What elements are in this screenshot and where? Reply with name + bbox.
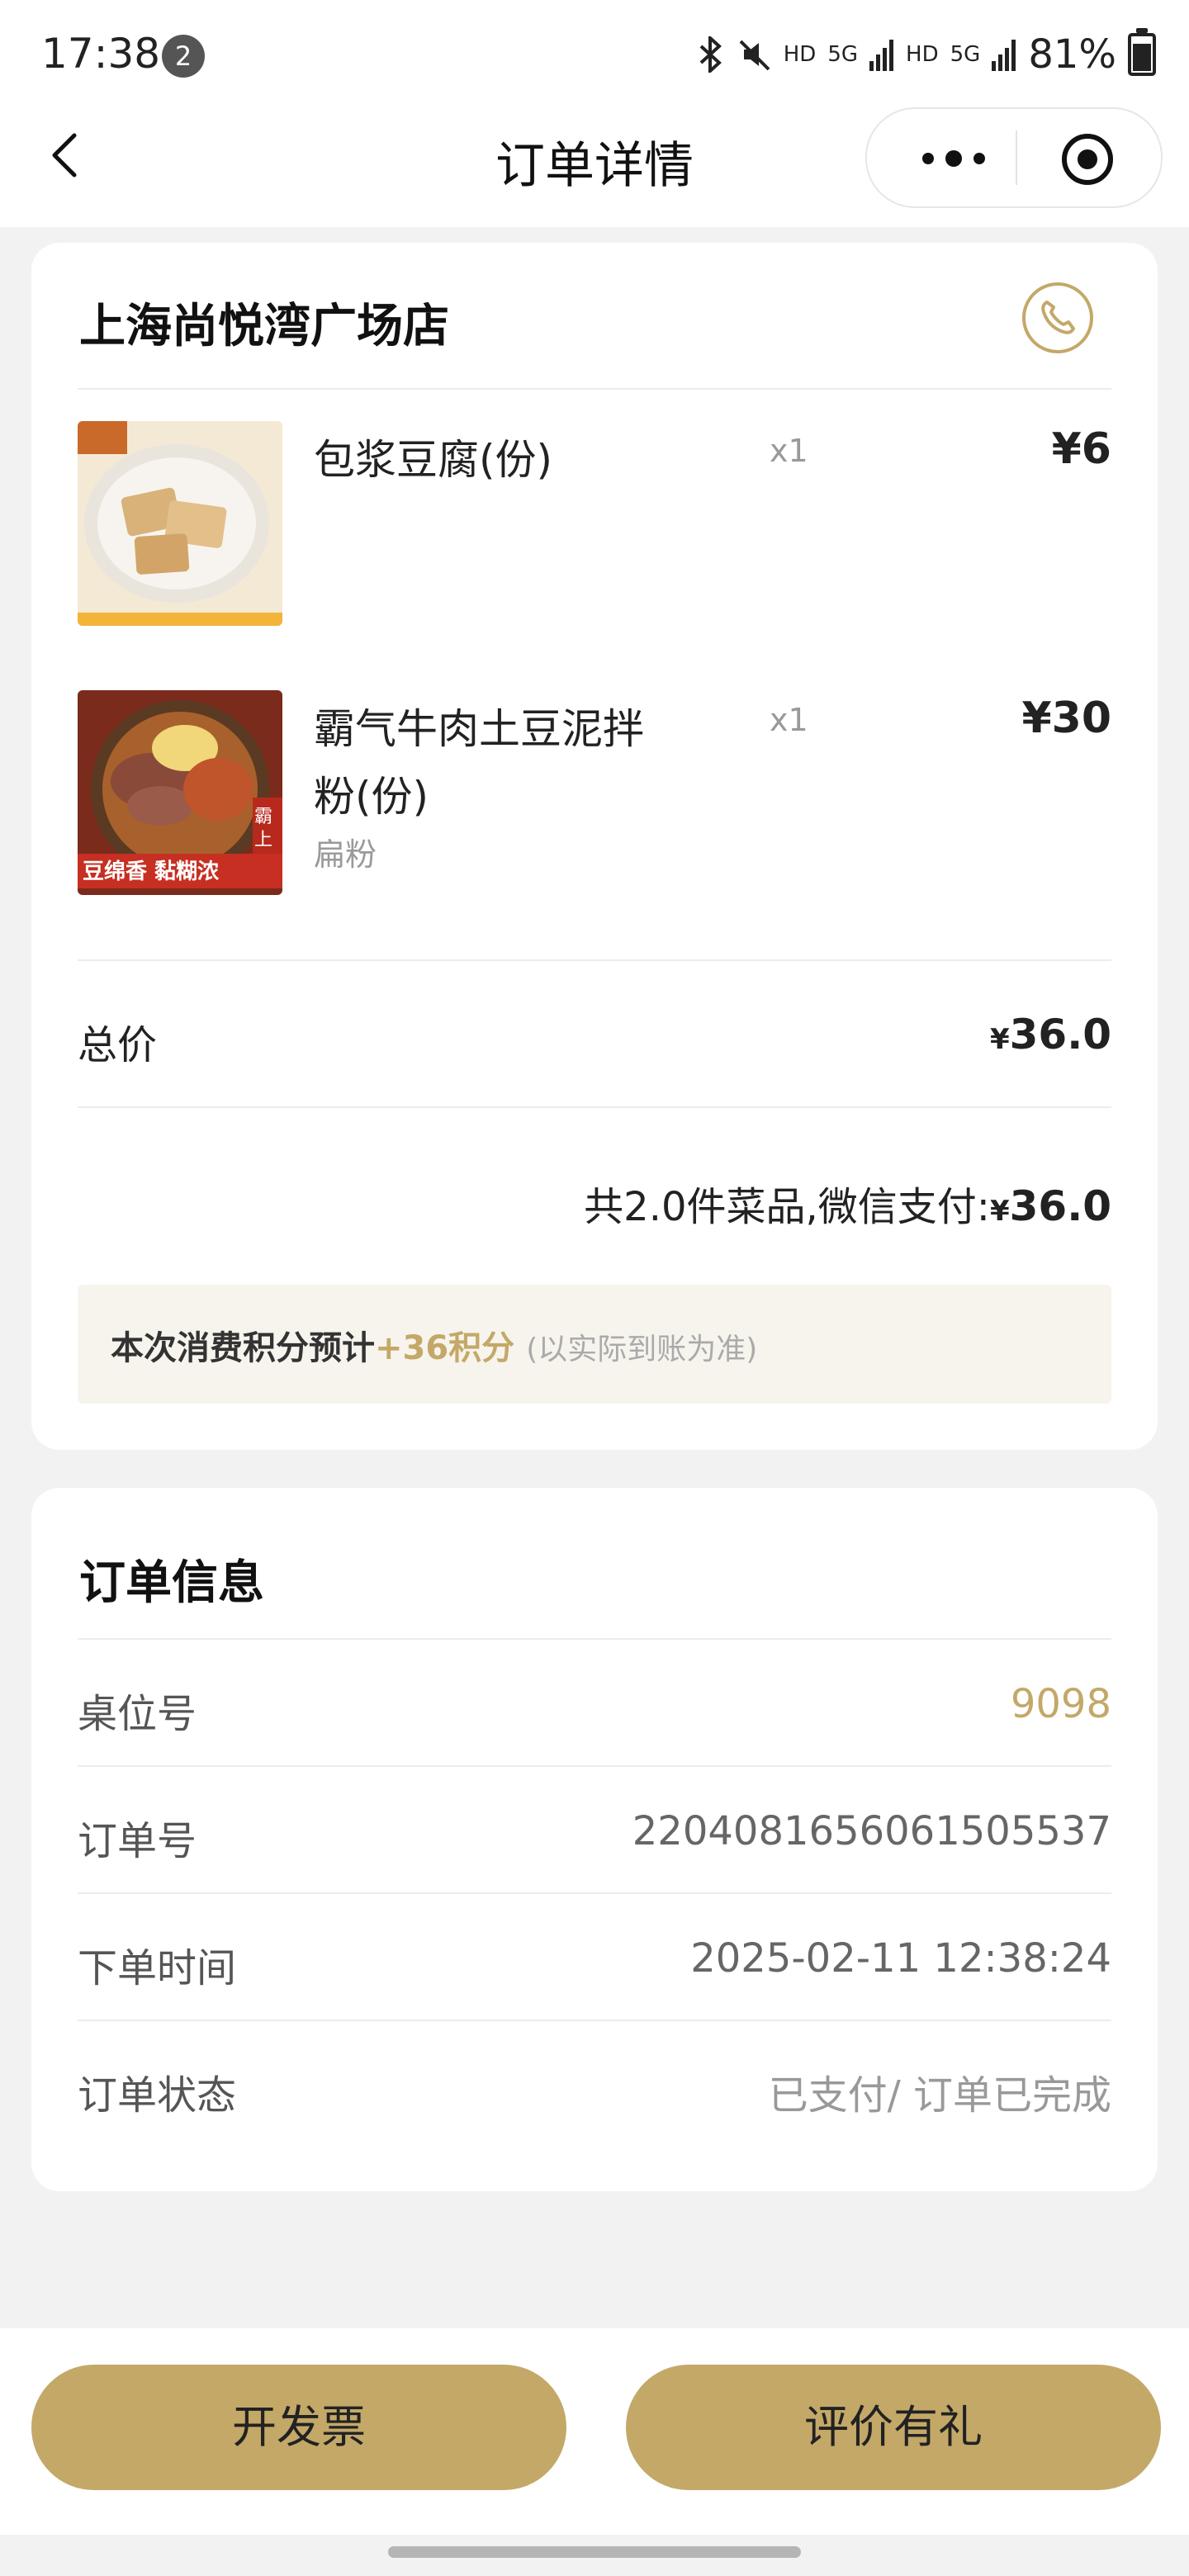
image-text-banner: 豆绵香 黏糊浓 [83, 859, 220, 884]
currency-symbol: ¥ [989, 1195, 1010, 1228]
store-name: 上海尚悦湾广场店 [79, 300, 449, 353]
points-value: +36积分 [375, 1329, 515, 1367]
points-estimate-box: 本次消费积分预计+36积分 (以实际到账为准) [78, 1285, 1111, 1404]
5g-label-2: 5G [950, 42, 981, 67]
order-time: 2025-02-11 12:38:24 [690, 1935, 1111, 1982]
battery-percent: 81% [1028, 31, 1116, 78]
points-label: 本次消费积分预计 [111, 1329, 375, 1367]
item-quantity: x1 [770, 433, 808, 469]
item-price: ¥6 [1051, 424, 1111, 474]
payment-summary-text: 共2.0件菜品,微信支付: [584, 1184, 990, 1230]
order-info-card: 订单信息 桌位号 9098 订单号 2204081656061505537 下单… [31, 1488, 1158, 2191]
total-amount: 36.0 [1009, 1011, 1111, 1058]
order-info-title: 订单信息 [79, 1556, 264, 1610]
item-price: ¥30 [1021, 694, 1111, 743]
call-store-button[interactable] [1022, 282, 1093, 353]
capsule-divider [1016, 130, 1017, 185]
phone-icon [1041, 301, 1075, 334]
5g-label-1: 5G [827, 42, 859, 67]
points-line: 本次消费积分预计+36积分 (以实际到账为准) [111, 1321, 757, 1369]
home-indicator[interactable] [388, 2546, 801, 2558]
info-label: 桌位号 [78, 1691, 197, 1737]
order-items-card: 上海尚悦湾广场店 包浆豆腐(份) x1 ¥6 霸 上 豆绵香 黏糊浓 霸气牛肉土… [31, 243, 1158, 1450]
item-name: 霸气牛肉土豆泥拌粉(份) [314, 705, 644, 821]
payment-summary: 共2.0件菜品,微信支付:¥36.0 [584, 1174, 1111, 1232]
payment-amount: 36.0 [1009, 1182, 1111, 1230]
status-icons: HD 5G HD 5G 81% [696, 28, 1156, 79]
item-image-tofu [78, 421, 282, 626]
order-status: 已支付/ 订单已完成 [768, 2072, 1111, 2119]
order-item: 霸 上 豆绵香 黏糊浓 霸气牛肉土豆泥拌粉(份) 扁粉 x1 ¥30 [78, 690, 1111, 897]
divider [78, 1106, 1111, 1108]
close-target-icon[interactable] [1059, 130, 1116, 188]
info-row-order-number: 订单号 2204081656061505537 [78, 1767, 1111, 1891]
total-value: ¥36.0 [990, 1011, 1111, 1058]
miniprogram-capsule [865, 107, 1163, 208]
item-spec: 扁粉 [314, 836, 377, 873]
divider [78, 959, 1111, 961]
info-row-order-status: 订单状态 已支付/ 订单已完成 [78, 2021, 1111, 2145]
more-icon[interactable] [908, 134, 999, 183]
status-time: 17:38 [41, 30, 161, 78]
image-text-top: 霸 [254, 807, 272, 827]
info-row-order-time: 下单时间 2025-02-11 12:38:24 [78, 1894, 1111, 2018]
currency-symbol: ¥ [989, 1023, 1010, 1056]
signal-icon-1 [869, 40, 894, 71]
info-label: 下单时间 [78, 1945, 237, 1991]
order-item: 包浆豆腐(份) x1 ¥6 [78, 421, 1111, 627]
hd-label-1: HD [783, 42, 817, 67]
review-button[interactable]: 评价有礼 [626, 2365, 1161, 2490]
points-note: (以实际到账为准) [526, 1333, 758, 1366]
bottom-action-bar: 开发票 评价有礼 [0, 2328, 1189, 2535]
signal-icon-2 [992, 40, 1016, 71]
order-number: 2204081656061505537 [632, 1808, 1111, 1854]
invoice-button[interactable]: 开发票 [31, 2365, 566, 2490]
notification-badge: 2 [162, 35, 205, 78]
info-label: 订单状态 [78, 2072, 237, 2119]
divider [78, 388, 1111, 390]
item-quantity: x1 [770, 702, 808, 738]
item-name: 包浆豆腐(份) [314, 436, 553, 484]
battery-icon [1128, 28, 1156, 76]
hd-label-2: HD [906, 42, 939, 67]
info-row-table: 桌位号 9098 [78, 1640, 1111, 1764]
mute-icon [739, 40, 770, 71]
info-label: 订单号 [78, 1818, 197, 1864]
nav-bar: 订单详情 [0, 107, 1189, 227]
total-label: 总价 [78, 1022, 158, 1068]
status-bar: 17:38 2 HD 5G HD 5G 81% [0, 0, 1189, 107]
item-image-beef-noodles: 霸 上 豆绵香 黏糊浓 [78, 690, 282, 895]
table-number: 9098 [1010, 1681, 1111, 1727]
bluetooth-icon [699, 36, 722, 73]
svg-text:上: 上 [254, 830, 272, 850]
